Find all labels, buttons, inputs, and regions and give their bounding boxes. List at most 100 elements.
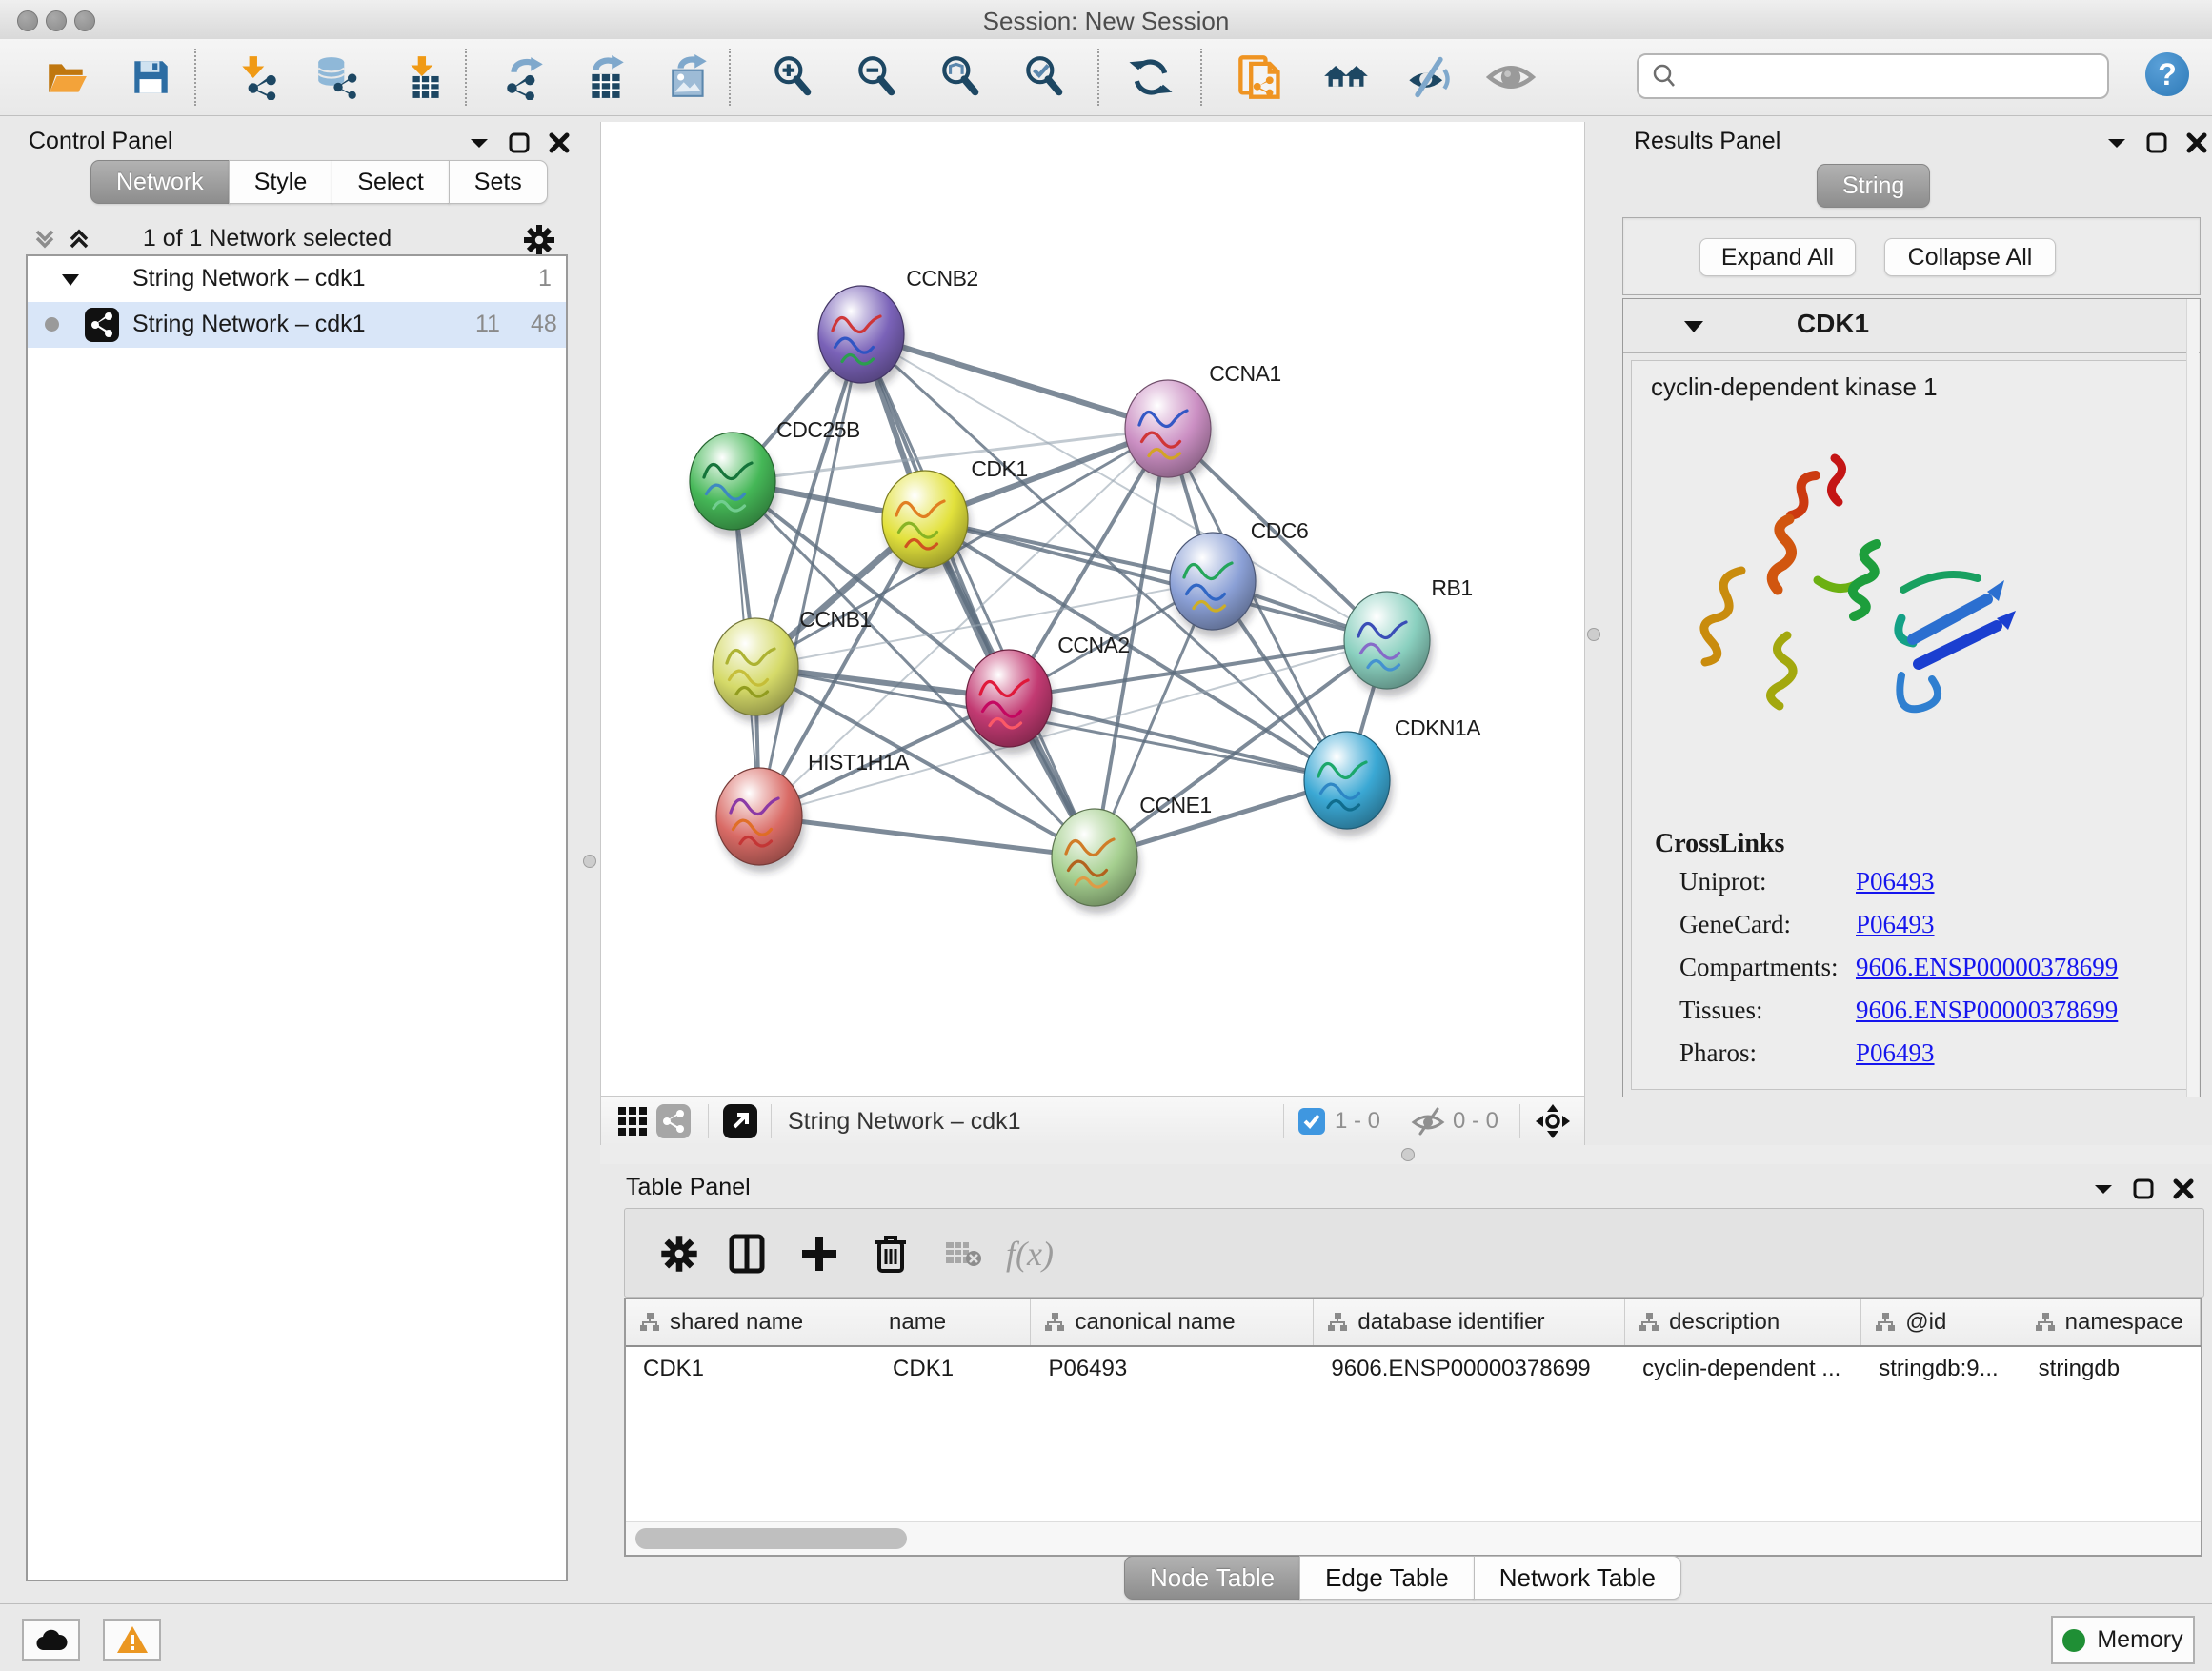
hide-eye-slash-icon[interactable] <box>1404 52 1454 102</box>
panel-float-icon[interactable] <box>2145 131 2168 154</box>
string-badge-icon[interactable] <box>656 1097 691 1146</box>
export-table-icon[interactable] <box>582 52 632 102</box>
show-eye-icon[interactable] <box>1486 52 1536 102</box>
search-input[interactable] <box>1686 62 2107 91</box>
left-splitter-handle[interactable] <box>583 855 596 868</box>
tab-style[interactable]: Style <box>229 160 333 204</box>
table-cell[interactable]: stringdb:9... <box>1861 1347 2021 1391</box>
selected-checkbox-icon[interactable] <box>1298 1097 1325 1146</box>
right-splitter-handle[interactable] <box>1587 628 1600 641</box>
string-import-icon[interactable] <box>1236 52 1285 102</box>
protein-description: cyclin-dependent kinase 1 <box>1651 372 1938 402</box>
hidden-eye-slash-icon[interactable] <box>1411 1097 1445 1146</box>
tab-network[interactable]: Network <box>90 160 230 204</box>
panel-close-icon[interactable] <box>548 131 571 154</box>
collapse-section-icon[interactable] <box>1682 318 1705 335</box>
import-network-from-file-icon[interactable] <box>233 52 283 102</box>
table-cell[interactable]: P06493 <box>1031 1347 1314 1391</box>
tab-network-table[interactable]: Network Table <box>1474 1556 1681 1600</box>
tab-string[interactable]: String <box>1817 164 1930 208</box>
column-header-name[interactable]: name <box>875 1299 1031 1345</box>
table-cell[interactable]: stringdb <box>2021 1347 2201 1391</box>
warning-button[interactable] <box>103 1619 161 1661</box>
panel-close-icon[interactable] <box>2185 131 2208 154</box>
import-table-from-file-icon[interactable] <box>400 52 450 102</box>
network-node-CCNE1[interactable]: CCNE1 <box>1052 793 1212 914</box>
open-file-icon[interactable] <box>42 52 91 102</box>
zoom-fit-icon[interactable] <box>935 52 985 102</box>
panel-close-icon[interactable] <box>2172 1178 2195 1200</box>
panel-float-icon[interactable] <box>508 131 531 154</box>
export-image-icon[interactable] <box>665 52 714 102</box>
scrollbar-thumb[interactable] <box>635 1528 907 1549</box>
network-node-HIST1H1A[interactable]: HIST1H1A <box>716 750 910 873</box>
help-button[interactable]: ? <box>2145 52 2189 96</box>
add-column-icon[interactable] <box>795 1230 843 1278</box>
houses-icon[interactable] <box>1321 52 1371 102</box>
network-canvas[interactable]: CCNB2CCNA1CDC25BCDK1CDC6RB1CCNB1CCNA2CDK… <box>601 122 1584 1096</box>
save-session-icon[interactable] <box>126 52 175 102</box>
panel-menu-icon[interactable] <box>468 133 491 152</box>
delete-column-trash-icon[interactable] <box>867 1230 915 1278</box>
tab-sets[interactable]: Sets <box>449 160 548 204</box>
splitter-handle[interactable] <box>1401 1148 1415 1161</box>
cloud-button[interactable] <box>22 1619 80 1661</box>
crosslink-link[interactable]: 9606.ENSP00000378699 <box>1856 953 2118 982</box>
column-header-description[interactable]: description <box>1625 1299 1861 1345</box>
column-header-database-identifier[interactable]: database identifier <box>1314 1299 1625 1345</box>
zoom-in-icon[interactable] <box>768 52 817 102</box>
expand-all-button[interactable]: Expand All <box>1699 238 1856 276</box>
table-cell[interactable]: CDK1 <box>626 1347 875 1391</box>
birds-eye-view-icon[interactable] <box>616 1097 649 1146</box>
panel-menu-icon[interactable] <box>2092 1179 2115 1198</box>
column-header-canonical-name[interactable]: canonical name <box>1031 1299 1314 1345</box>
zoom-selected-icon[interactable] <box>1019 52 1069 102</box>
table-cell[interactable]: 9606.ENSP00000378699 <box>1314 1347 1625 1391</box>
move-crosshair-icon[interactable] <box>1535 1097 1571 1146</box>
horizontal-splitter[interactable] <box>600 1145 2212 1164</box>
column-header-namespace[interactable]: namespace <box>2021 1299 2201 1345</box>
crosslink-link[interactable]: P06493 <box>1856 867 1935 896</box>
column-header--id[interactable]: @id <box>1861 1299 2021 1345</box>
network-collection-row[interactable]: String Network – cdk1 1 <box>28 256 566 302</box>
network-edge-CCNE1-HIST1H1A[interactable] <box>759 816 1095 857</box>
network-node-CDKN1A[interactable]: CDKN1A <box>1304 715 1481 836</box>
table-cell[interactable]: cyclin-dependent ... <box>1625 1347 1861 1391</box>
table-settings-gear-icon[interactable] <box>655 1230 703 1278</box>
tab-select[interactable]: Select <box>332 160 449 204</box>
network-edge-CCNB2-HIST1H1A[interactable] <box>759 334 861 816</box>
network-edge-count: 48 <box>531 311 557 338</box>
crosslink-link[interactable]: P06493 <box>1856 1038 1935 1068</box>
network-node-RB1[interactable]: RB1 <box>1344 575 1473 696</box>
network-node-CCNB1[interactable]: CCNB1 <box>713 607 872 723</box>
tab-node-table[interactable]: Node Table <box>1124 1556 1300 1600</box>
network-node-CDK1[interactable]: CDK1 <box>882 456 1028 575</box>
table-cell[interactable]: CDK1 <box>875 1347 1031 1391</box>
column-header-shared-name[interactable]: shared name <box>626 1299 875 1345</box>
protein-card-header[interactable]: CDK1 <box>1623 299 2200 353</box>
table-horizontal-scrollbar[interactable] <box>626 1521 2201 1555</box>
zoom-out-icon[interactable] <box>852 52 901 102</box>
panel-float-icon[interactable] <box>2132 1178 2155 1200</box>
network-edge-CCNA2-CDKN1A[interactable] <box>1009 698 1347 780</box>
crosslink-link[interactable]: P06493 <box>1856 910 1935 939</box>
export-network-icon[interactable] <box>500 52 550 102</box>
import-network-from-database-icon[interactable] <box>312 52 362 102</box>
open-in-new-icon[interactable] <box>723 1097 757 1146</box>
show-columns-icon[interactable] <box>723 1230 771 1278</box>
memory-button[interactable]: Memory <box>2051 1616 2195 1664</box>
crosslink-link[interactable]: 9606.ENSP00000378699 <box>1856 996 2118 1025</box>
collapse-all-button[interactable]: Collapse All <box>1884 238 2056 276</box>
network-node-CCNA1[interactable]: CCNA1 <box>1125 361 1281 485</box>
results-scrollbar[interactable] <box>2186 299 2199 1097</box>
network-edge-CCNB2-CCNA1[interactable] <box>861 334 1168 429</box>
tab-edge-table[interactable]: Edge Table <box>1299 1556 1475 1600</box>
refresh-icon[interactable] <box>1126 52 1176 102</box>
tree-expander-icon[interactable] <box>60 272 81 289</box>
network-node-CCNB2[interactable]: CCNB2 <box>818 266 978 391</box>
gear-icon[interactable] <box>520 221 558 259</box>
network-row-selected[interactable]: String Network – cdk1 11 48 <box>28 302 566 348</box>
network-node-CDC6[interactable]: CDC6 <box>1170 518 1308 637</box>
table-row[interactable]: CDK1CDK1P064939606.ENSP00000378699cyclin… <box>626 1347 2201 1391</box>
panel-menu-icon[interactable] <box>2105 133 2128 152</box>
